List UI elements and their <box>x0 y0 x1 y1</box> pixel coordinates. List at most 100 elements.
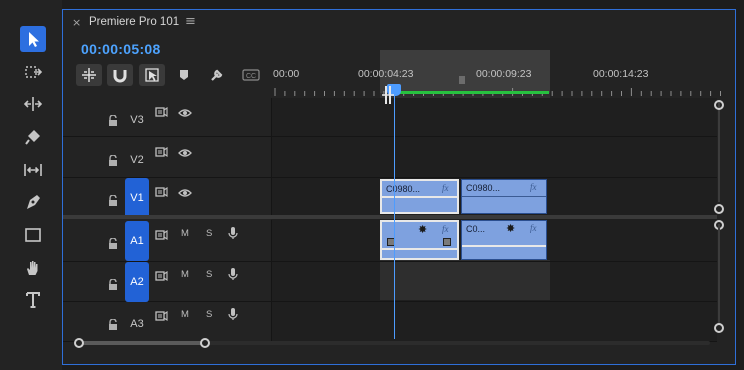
horizontal-scrollbar[interactable] <box>71 338 711 348</box>
playhead-timecode[interactable]: 00:00:05:08 <box>81 41 161 57</box>
track-header-divider <box>271 178 272 217</box>
solo-button[interactable]: S <box>206 269 212 280</box>
vscroll-handle-bottom[interactable] <box>714 323 724 333</box>
type-icon[interactable] <box>20 287 46 313</box>
vscroll-handle-bottom[interactable] <box>714 204 724 214</box>
microphone-icon[interactable] <box>228 266 238 285</box>
vertical-scrollbar[interactable] <box>714 100 724 333</box>
hscroll-handle-right[interactable] <box>200 338 210 348</box>
svg-text:CC: CC <box>246 73 256 80</box>
lock-icon[interactable] <box>107 276 119 295</box>
video-audio-divider[interactable] <box>63 215 717 219</box>
wrench-icon[interactable] <box>209 67 225 83</box>
mute-button[interactable]: M <box>181 269 189 280</box>
eye-icon[interactable] <box>178 183 192 202</box>
sync-lock-icon[interactable] <box>155 103 168 122</box>
eye-icon[interactable] <box>178 143 192 162</box>
mute-button[interactable]: M <box>181 309 189 320</box>
keyframe-star-icon: ✸ <box>418 223 428 236</box>
close-tab-button[interactable]: × <box>72 16 81 29</box>
audio-clip-2[interactable]: C0... fx ✸ <box>461 220 547 260</box>
eye-icon[interactable] <box>178 103 192 122</box>
slip-icon[interactable] <box>20 157 46 183</box>
selection-tool-icon[interactable] <box>20 26 46 52</box>
microphone-icon[interactable] <box>228 225 238 244</box>
fx-badge: fx <box>442 224 449 234</box>
lock-icon[interactable] <box>107 112 119 131</box>
sync-lock-icon[interactable] <box>155 267 168 286</box>
track-header-divider <box>271 262 272 301</box>
track-row-a3[interactable]: A3 M S <box>63 302 717 342</box>
ruler-label: 00:00:04:23 <box>358 68 414 80</box>
keyframe-star-icon: ✸ <box>506 222 516 235</box>
track-header-divider <box>271 302 272 341</box>
lock-icon[interactable] <box>107 192 119 211</box>
track-target-a1[interactable]: A1 <box>125 221 149 261</box>
transition-right-icon[interactable] <box>443 238 451 246</box>
hand-icon[interactable] <box>20 255 46 281</box>
fx-badge: fx <box>530 223 537 233</box>
track-select-forward-icon[interactable] <box>20 59 46 85</box>
solo-button[interactable]: S <box>206 309 212 320</box>
tools-panel <box>0 0 62 370</box>
audio-clip-1[interactable]: fx ✸ <box>380 220 459 260</box>
razor-icon[interactable] <box>20 124 46 150</box>
ruler-label: 00:00 <box>273 68 300 80</box>
track-header-divider <box>271 137 272 177</box>
video-clip-1[interactable]: C0980... fx <box>380 179 459 214</box>
clip-divider <box>462 245 546 247</box>
sync-lock-icon[interactable] <box>155 183 168 202</box>
track-target-v2[interactable]: V2 <box>125 150 149 170</box>
captions-icon[interactable]: CC <box>241 68 261 82</box>
vertical-scroll-track[interactable] <box>718 224 720 324</box>
lock-icon[interactable] <box>107 235 119 254</box>
playhead-line[interactable] <box>394 87 395 339</box>
sequence-tab-title[interactable]: Premiere Pro 101 <box>89 16 179 28</box>
ripple-edit-icon[interactable] <box>20 91 46 117</box>
time-ruler[interactable]: 00:00 00:00:04:23 00:00:09:23 00:00:14:2… <box>273 62 735 102</box>
sync-lock-icon[interactable] <box>155 143 168 162</box>
ruler-label: 00:00:09:23 <box>476 68 532 80</box>
linked-selection-button[interactable] <box>139 64 165 86</box>
microphone-icon[interactable] <box>228 306 238 325</box>
track-target-a3[interactable]: A3 <box>125 314 149 334</box>
panel-menu-icon[interactable]: ≡ <box>185 14 196 29</box>
track-header-divider <box>271 220 272 261</box>
clip-label: C0980... <box>386 184 421 194</box>
clip-label: C0980... <box>466 183 501 193</box>
panel-tab-bar: × Premiere Pro 101 ≡ <box>63 10 735 38</box>
track-row-v2[interactable]: V2 <box>63 137 717 178</box>
track-row-a2[interactable]: A2 M S <box>63 262 717 302</box>
pen-icon[interactable] <box>20 189 46 215</box>
add-marker-icon[interactable] <box>177 68 191 82</box>
nest-sequence-button[interactable] <box>76 64 102 86</box>
fx-badge: fx <box>530 182 537 192</box>
track-target-v1[interactable]: V1 <box>125 178 149 218</box>
track-target-v3[interactable]: V3 <box>125 110 149 130</box>
clip-divider <box>462 196 546 197</box>
timeline-panel: × Premiere Pro 101 ≡ 00:00:05:08 CC 00:0… <box>62 9 736 365</box>
solo-button[interactable]: S <box>206 228 212 239</box>
sync-lock-icon[interactable] <box>155 226 168 245</box>
clip-label: C0... <box>466 224 486 234</box>
trim-cursor-icon <box>381 86 395 104</box>
work-area-bar[interactable] <box>394 91 549 94</box>
snap-button[interactable] <box>107 64 133 86</box>
video-clip-2[interactable]: C0980... fx <box>461 179 547 214</box>
lock-icon[interactable] <box>107 316 119 335</box>
vertical-scroll-track[interactable] <box>718 102 720 202</box>
scroll-thumb[interactable] <box>76 341 204 345</box>
range-grip-icon[interactable] <box>458 70 466 84</box>
rectangle-icon[interactable] <box>20 222 46 248</box>
nest-icon <box>82 68 96 82</box>
track-target-a2[interactable]: A2 <box>125 262 149 302</box>
vscroll-handle-top[interactable] <box>714 100 724 110</box>
lock-icon[interactable] <box>107 152 119 171</box>
sync-lock-icon[interactable] <box>155 307 168 326</box>
magnet-icon <box>113 70 127 83</box>
hscroll-handle-left[interactable] <box>74 338 84 348</box>
ruler-label: 00:00:14:23 <box>593 68 649 80</box>
fx-badge: fx <box>442 183 449 193</box>
linked-selection-icon <box>145 68 159 82</box>
mute-button[interactable]: M <box>181 228 189 239</box>
